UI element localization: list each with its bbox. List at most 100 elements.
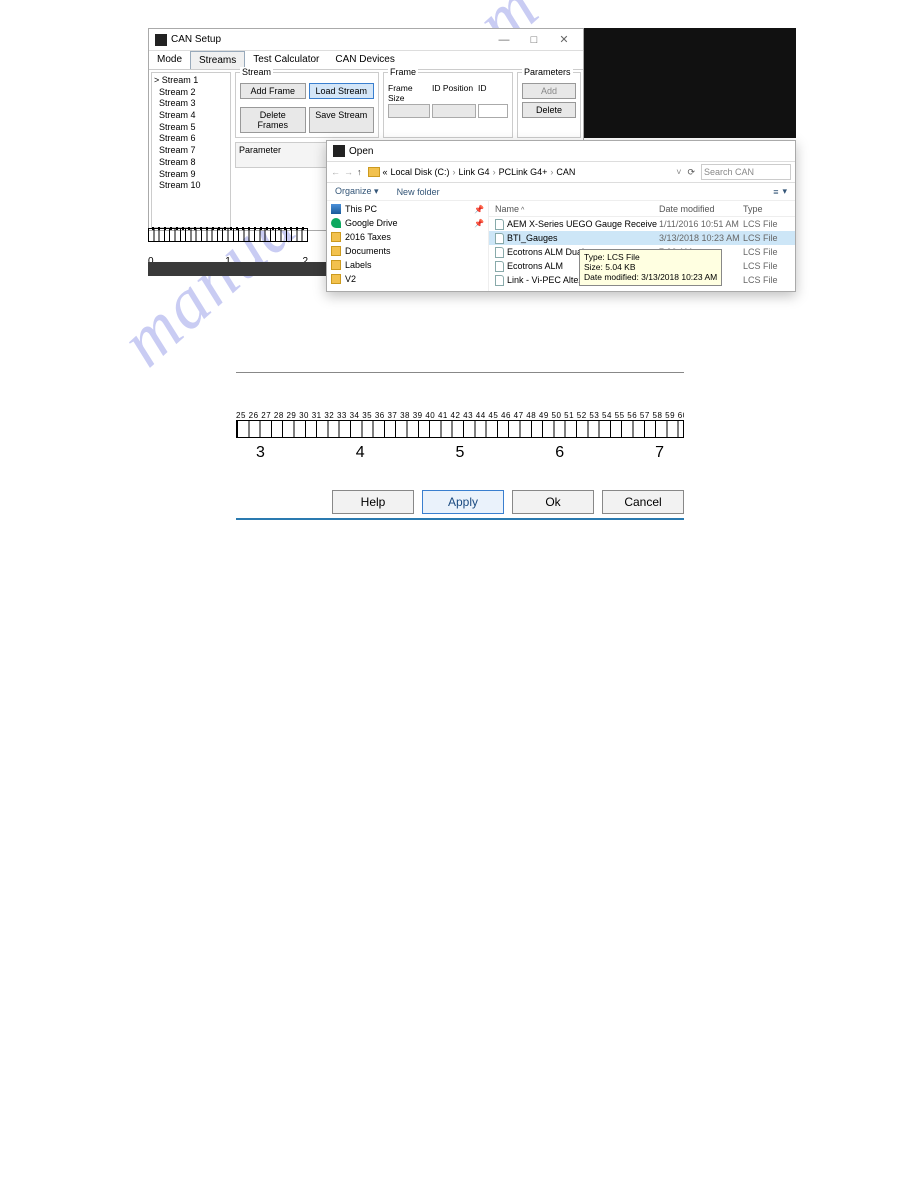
apply-button[interactable]: Apply [422,490,504,514]
folder-icon [331,274,341,284]
breadcrumb-item[interactable]: Local Disk (C:) [391,167,450,177]
stream-tree[interactable]: > Stream 1 Stream 2 Stream 3 Stream 4 St… [151,72,231,228]
nav-item[interactable]: Documents [331,244,484,258]
divider-line [236,372,684,373]
ok-button[interactable]: Ok [512,490,594,514]
nav-item[interactable]: Labels [331,258,484,272]
file-icon [495,247,504,258]
ruler-small-numbers: 25 26 27 28 29 30 31 32 33 34 35 36 37 3… [236,411,684,420]
tree-item[interactable]: Stream 3 [154,98,228,110]
col-name[interactable]: Name [495,204,519,214]
tree-item[interactable]: Stream 4 [154,110,228,122]
folder-icon [331,246,341,256]
dialog-title: Open [349,146,373,157]
pin-icon: 📌 [474,219,484,228]
dark-bar [148,262,326,276]
delete-frames-button[interactable]: Delete Frames [240,107,306,133]
file-row[interactable]: BTI_Gauges 3/13/2018 10:23 AM LCS File [489,231,795,245]
load-stream-button[interactable]: Load Stream [309,83,375,99]
group-frame: Frame Frame Size ID Position ID [383,72,513,138]
id-input[interactable] [478,104,508,118]
folder-icon [331,232,341,242]
tree-item[interactable]: > Stream 1 [154,75,228,87]
tree-item[interactable]: Stream 9 [154,169,228,181]
nav-item[interactable]: 2016 Taxes [331,230,484,244]
breadcrumb-item[interactable]: Link G4 [459,167,490,177]
cancel-button[interactable]: Cancel [602,490,684,514]
file-icon [495,261,504,272]
col-type[interactable]: Type [743,204,779,214]
pc-icon [331,204,341,214]
section-ruler-buttons: 25 26 27 28 29 30 31 32 33 34 35 36 37 3… [236,372,684,520]
view-icon[interactable]: ≡ [773,187,778,197]
menu-streams[interactable]: Streams [190,51,245,69]
tree-item[interactable]: Stream 5 [154,122,228,134]
label-id-position: ID Position [432,83,476,103]
forward-icon[interactable]: → [344,167,353,177]
sort-asc-icon: ^ [521,207,524,214]
group-parameters: Parameters Add Delete [517,72,581,138]
google-drive-icon [331,218,341,228]
menu-mode[interactable]: Mode [149,51,190,69]
app-icon [155,34,167,46]
breadcrumb[interactable]: « Local Disk (C:)› Link G4› PCLink G4+› … [368,167,671,177]
frame-size-combo[interactable] [388,104,430,118]
breadcrumb-prefix: « [383,167,388,177]
label-frame-size: Frame Size [388,83,430,103]
save-stream-button[interactable]: Save Stream [309,107,375,133]
back-icon[interactable]: ← [331,167,340,177]
toolbar-row: Organize ▾ New folder ≡ ▾ [327,183,795,201]
file-tooltip: Type: LCS File Size: 5.04 KB Date modifi… [579,249,722,286]
tree-item[interactable]: Stream 8 [154,157,228,169]
maximize-button[interactable]: □ [521,31,547,49]
file-list-pane: Name^ Date modified Type AEM X-Series UE… [489,201,795,291]
search-input[interactable]: Search CAN [701,164,791,180]
file-icon [495,275,504,286]
view-dropdown-icon[interactable]: ▾ [782,186,787,197]
nav-item[interactable]: V2 [331,272,484,286]
tree-item[interactable]: Stream 7 [154,145,228,157]
tree-item[interactable]: Stream 6 [154,133,228,145]
col-date[interactable]: Date modified [659,204,743,214]
nav-item[interactable]: Google Drive📌 [331,216,484,230]
dialog-button-row: Help Apply Ok Cancel [236,490,684,520]
file-row[interactable]: AEM X-Series UEGO Gauge Receive 1/11/201… [489,217,795,231]
breadcrumb-item[interactable]: CAN [556,167,575,177]
up-icon[interactable]: ↑ [357,167,362,177]
label-id: ID [478,83,508,103]
breadcrumb-item[interactable]: PCLink G4+ [499,167,548,177]
param-delete-button[interactable]: Delete [522,102,576,118]
dialog-icon [333,145,345,157]
close-button[interactable]: ✕ [551,31,577,49]
file-icon [495,219,504,230]
file-list-header: Name^ Date modified Type [489,201,795,217]
minimize-button[interactable]: — [491,31,517,49]
id-position-combo[interactable] [432,104,476,118]
open-file-dialog: Open ← → ↑ « Local Disk (C:)› Link G4› P… [326,140,796,292]
help-button[interactable]: Help [332,490,414,514]
add-frame-button[interactable]: Add Frame [240,83,306,99]
dialog-title-bar: Open [327,141,795,161]
refresh-icon[interactable]: ⟳ [687,167,695,178]
new-folder-button[interactable]: New folder [397,187,440,197]
group-stream: Stream Add Frame Load Stream Delete Fram… [235,72,379,138]
param-add-button[interactable]: Add [522,83,576,99]
ruler-ticks [236,420,684,438]
pin-icon: 📌 [474,205,484,214]
menu-bar: Mode Streams Test Calculator CAN Devices [149,51,583,70]
title-bar: CAN Setup — □ ✕ [149,29,583,51]
file-icon [495,233,504,244]
tree-item[interactable]: Stream 2 [154,87,228,99]
tree-item[interactable]: Stream 10 [154,180,228,192]
organize-menu[interactable]: Organize ▾ [335,186,379,197]
nav-item[interactable]: This PC📌 [331,202,484,216]
group-label: Stream [240,67,273,77]
folder-icon [368,167,380,177]
group-label: Frame [388,67,418,77]
navigation-row: ← → ↑ « Local Disk (C:)› Link G4› PCLink… [327,161,795,183]
group-label: Parameters [522,67,573,77]
folder-icon [331,260,341,270]
quick-access-pane: This PC📌 Google Drive📌 2016 Taxes Docume… [327,201,489,291]
window-title: CAN Setup [171,34,487,45]
col-parameter[interactable]: Parameter [236,143,331,167]
